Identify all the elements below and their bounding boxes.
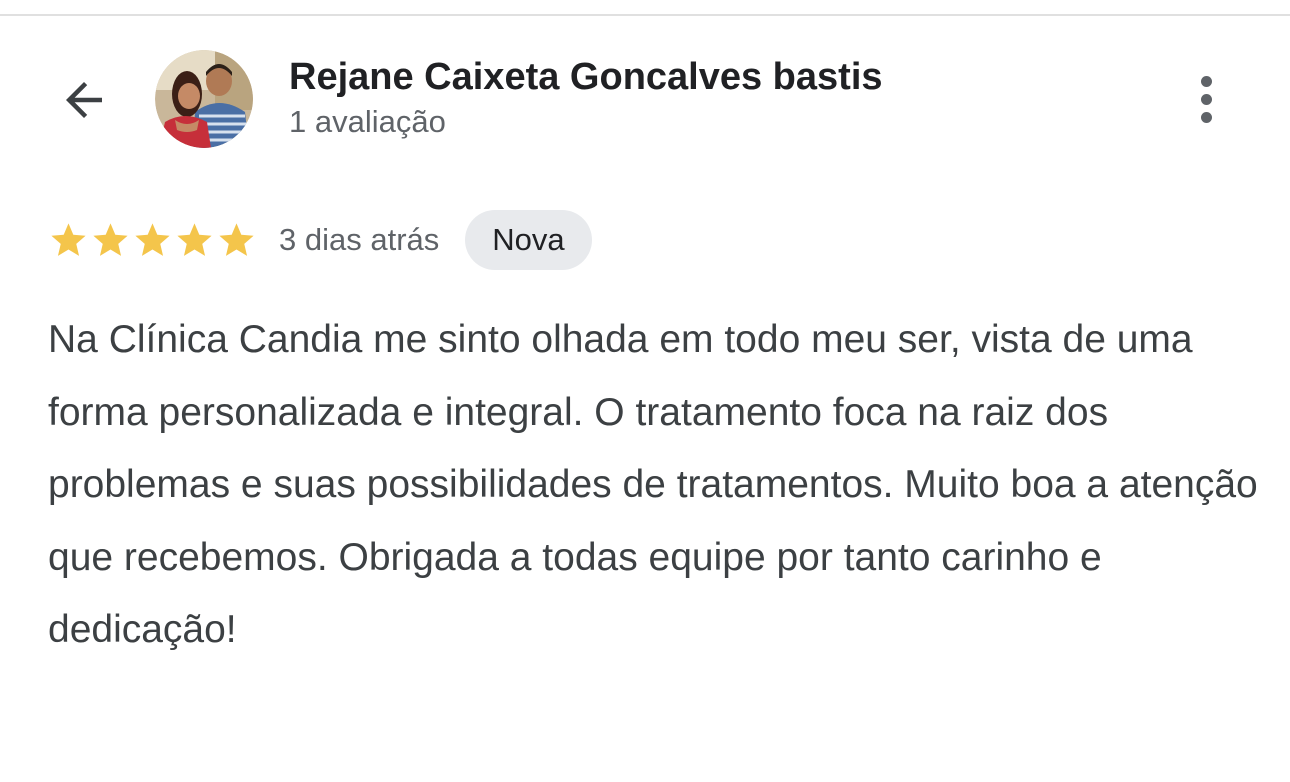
review-count: 1 avaliação bbox=[289, 104, 446, 139]
more-vert-icon-dot bbox=[1200, 75, 1212, 87]
top-divider bbox=[0, 14, 1290, 16]
arrow-back-icon bbox=[66, 82, 102, 118]
review-date: 3 dias atrás bbox=[279, 222, 440, 257]
star-icon bbox=[177, 222, 212, 256]
star-icon bbox=[135, 222, 170, 256]
star-icon bbox=[51, 222, 86, 256]
rating-row: 3 dias atrás Nova bbox=[48, 208, 592, 272]
review-page: Rejane Caixeta Goncalves bastis 1 avalia… bbox=[0, 0, 1290, 782]
avatar-photo bbox=[155, 50, 253, 148]
reviewer-name[interactable]: Rejane Caixeta Goncalves bastis bbox=[289, 56, 883, 99]
avatar[interactable] bbox=[155, 50, 253, 148]
new-badge: Nova bbox=[465, 210, 592, 270]
more-vert-icon-dot bbox=[1200, 93, 1212, 105]
more-options-button[interactable] bbox=[1180, 68, 1232, 130]
star-rating bbox=[48, 220, 257, 261]
back-button[interactable] bbox=[52, 70, 116, 130]
star-icon bbox=[219, 222, 254, 256]
review-text: Na Clínica Candia me sinto olhada em tod… bbox=[48, 318, 1258, 651]
star-icon bbox=[93, 222, 128, 256]
more-vert-icon-dot bbox=[1200, 111, 1212, 123]
